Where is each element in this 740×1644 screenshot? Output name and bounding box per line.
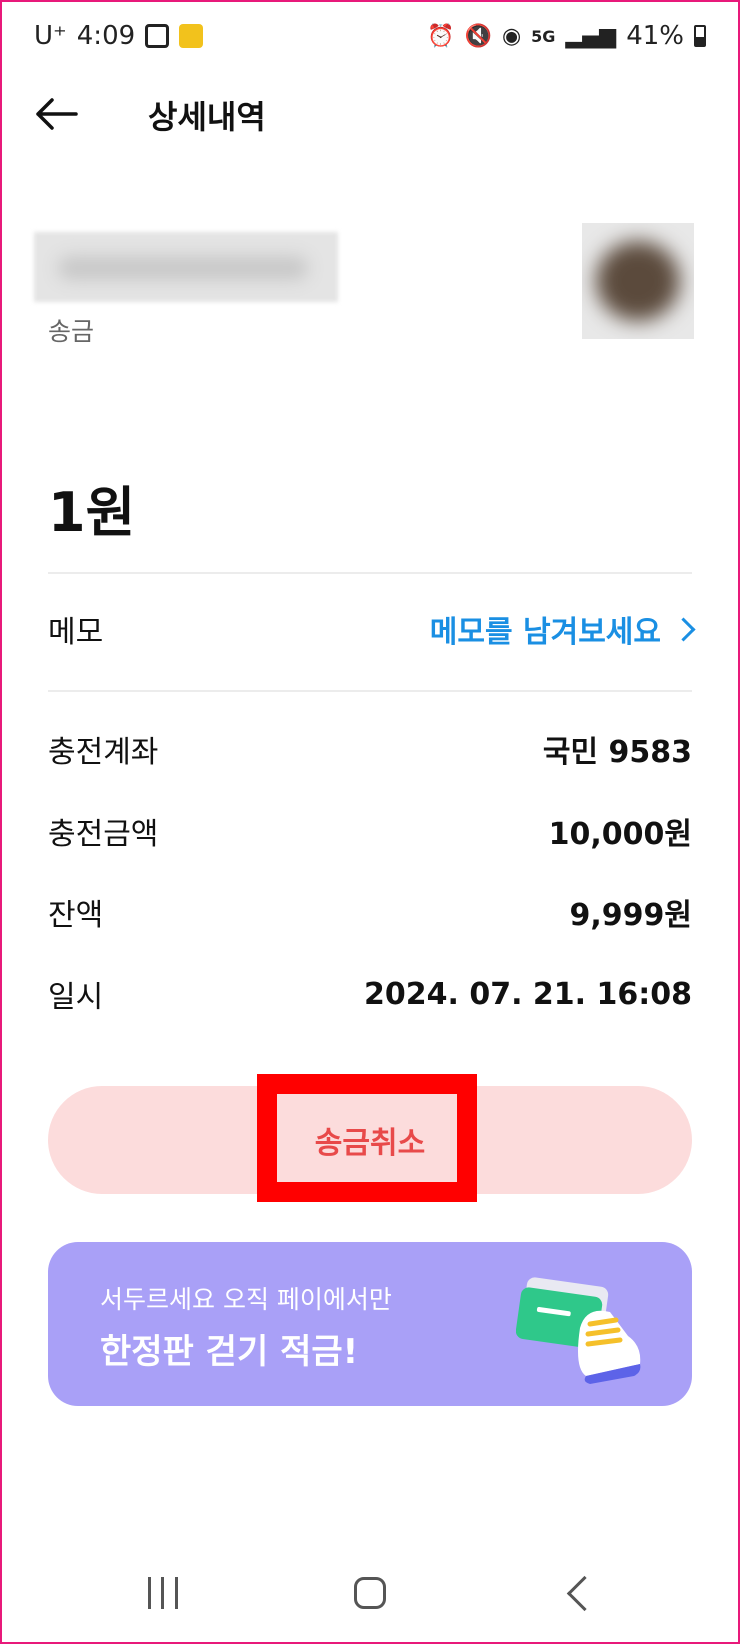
transaction-type: 송금 — [48, 317, 95, 346]
memo-row[interactable]: 메모 메모를 남겨보세요 — [48, 606, 696, 652]
carrier-label: U⁺ — [34, 21, 67, 51]
mute-icon: 🔇 — [464, 23, 492, 49]
page-title: 상세내역 — [148, 98, 266, 136]
signal-icon: ▂▄▆ — [565, 23, 617, 49]
memo-label: 메모 — [48, 615, 104, 650]
battery-percent: 41% — [626, 21, 684, 51]
detail-row-charge-amount: 충전금액 10,000원 — [48, 808, 692, 854]
battery-icon — [694, 25, 706, 47]
app-notification-icon — [179, 24, 204, 48]
nav-back-icon[interactable] — [566, 1575, 603, 1612]
network-type: 5G — [531, 26, 556, 46]
detail-label: 충전금액 — [48, 817, 159, 852]
detail-label: 충전계좌 — [48, 735, 159, 770]
detail-label: 잔액 — [48, 898, 104, 933]
detail-value: 국민 9583 — [542, 735, 692, 770]
chevron-right-icon — [671, 616, 696, 642]
highlight-box — [257, 1074, 477, 1202]
detail-value: 10,000원 — [548, 817, 692, 852]
recent-apps-icon[interactable] — [148, 1577, 178, 1609]
transaction-amount: 1원 — [48, 481, 136, 544]
back-arrow-icon[interactable] — [34, 91, 94, 139]
gallery-icon — [145, 24, 170, 48]
promo-banner[interactable]: 서두르세요 오직 페이에서만 한정판 걷기 적금! — [48, 1242, 692, 1406]
home-icon[interactable] — [354, 1577, 386, 1609]
hotspot-icon: ◉ — [501, 23, 522, 49]
detail-label: 일시 — [48, 980, 104, 1015]
clock: 4:09 — [76, 21, 136, 51]
memo-link[interactable]: 메모를 남겨보세요 — [429, 607, 696, 651]
alarm-icon: ⏰ — [427, 23, 455, 49]
detail-row-datetime: 일시 2024. 07. 21. 16:08 — [48, 971, 692, 1017]
status-bar: U⁺ 4:09 ⏰ 🔇 ◉ 5G ▂▄▆ 41% — [34, 18, 706, 54]
banner-title: 한정판 걷기 적금! — [100, 1332, 359, 1372]
memo-link-text: 메모를 남겨보세요 — [429, 615, 661, 650]
system-nav-bar — [0, 1565, 740, 1625]
banner-subtitle: 서두르세요 오직 페이에서만 — [100, 1285, 392, 1314]
recipient-avatar — [582, 223, 694, 339]
detail-value: 9,999원 — [569, 898, 693, 933]
detail-value: 2024. 07. 21. 16:08 — [363, 976, 692, 1012]
sneaker-card-illustration — [516, 1277, 641, 1384]
app-header: 상세내역 — [34, 80, 266, 150]
detail-row-balance: 잔액 9,999원 — [48, 889, 692, 935]
recipient-name-blurred — [34, 232, 338, 302]
divider — [48, 690, 692, 692]
detail-row-account: 충전계좌 국민 9583 — [48, 726, 692, 772]
divider — [48, 572, 692, 574]
